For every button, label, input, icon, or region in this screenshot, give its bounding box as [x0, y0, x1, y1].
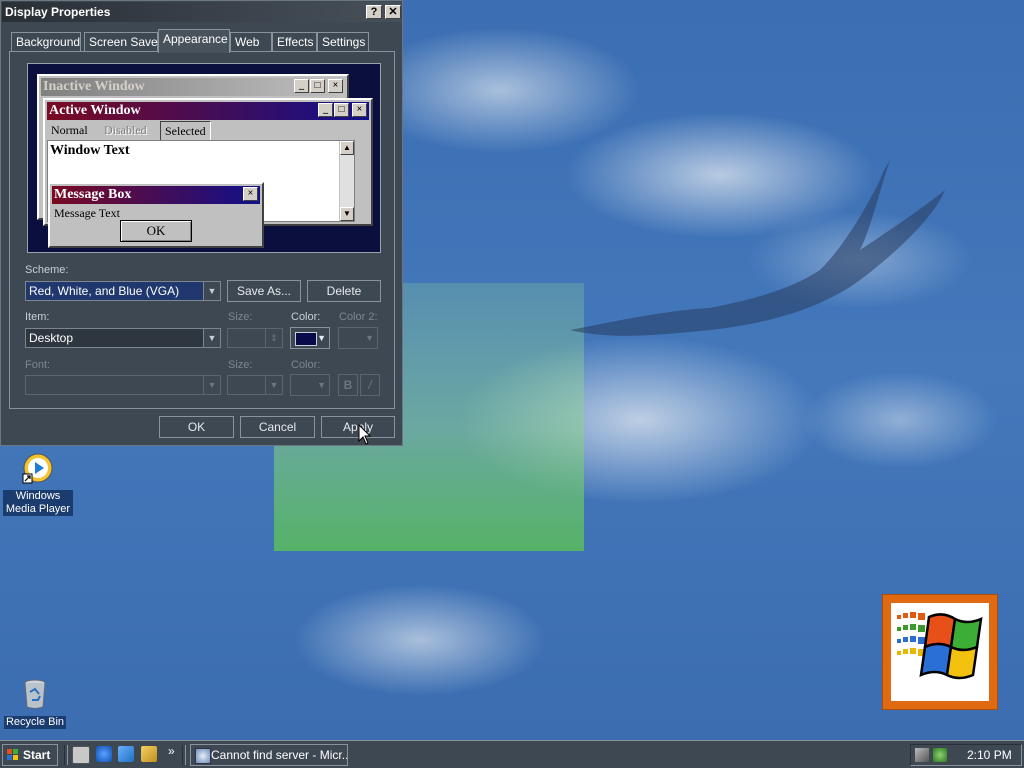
chevron-down-icon[interactable]: ▼ — [203, 282, 220, 300]
font-color-button[interactable]: ▼ — [290, 374, 330, 396]
menu-selected[interactable]: Selected — [160, 121, 211, 141]
bold-button[interactable]: B — [338, 374, 358, 396]
active-window-buttons: _ □ × — [317, 103, 367, 121]
scheme-label: Scheme: — [25, 264, 69, 276]
color-label: Color: — [291, 311, 321, 323]
font-color-label: Color: — [291, 359, 321, 371]
tab-effects[interactable]: Effects — [272, 32, 317, 52]
font-size-label: Size: — [228, 359, 253, 371]
active-window-title: Active Window — [49, 103, 141, 118]
volume-icon[interactable] — [933, 748, 947, 762]
size-label: Size: — [228, 311, 253, 323]
taskbar: Start » Cannot find server - Micr... 2:1… — [0, 740, 1024, 768]
preview-inactive-titlebar: Inactive Window _ □ × — [41, 78, 345, 96]
italic-button[interactable]: / — [360, 374, 380, 396]
system-tray: 2:10 PM — [910, 744, 1022, 766]
tab-settings[interactable]: Settings — [317, 32, 369, 52]
taskbar-divider — [182, 745, 186, 765]
display-properties-dialog: Display Properties ? ✕ Background Screen… — [0, 0, 403, 446]
windows-flag-icon — [7, 749, 18, 760]
menu-normal[interactable]: Normal — [51, 121, 88, 139]
tab-web[interactable]: Web — [230, 32, 272, 52]
chevron-down-icon[interactable]: ▼ — [265, 376, 282, 394]
media-player-icon — [22, 453, 53, 484]
close-button[interactable]: ✕ — [385, 5, 401, 19]
close-icon: × — [328, 79, 343, 93]
quicklaunch-divider — [64, 745, 68, 765]
tab-appearance[interactable]: Appearance — [158, 29, 230, 53]
network-icon[interactable] — [915, 748, 929, 762]
maximize-icon: □ — [334, 103, 349, 117]
scroll-up-icon[interactable]: ▲ — [340, 141, 354, 155]
scheme-value: Red, White, and Blue (VGA) — [29, 284, 180, 298]
windows-flag-icon — [897, 612, 983, 680]
message-box-buttons: × — [242, 187, 258, 205]
message-text: Message Text — [54, 206, 120, 220]
font-select[interactable]: ▼ — [25, 375, 221, 395]
spinner-arrows-icon[interactable]: ⇕ — [265, 329, 282, 347]
tab-background[interactable]: Background — [11, 32, 81, 52]
window-text: Window Text — [50, 143, 130, 158]
quicklaunch-chevron[interactable]: » — [168, 744, 175, 758]
start-button[interactable]: Start — [2, 744, 58, 766]
recycle-bin-label: Recycle Bin — [3, 716, 67, 729]
color2-label: Color 2: — [339, 311, 378, 323]
inactive-window-title: Inactive Window — [43, 79, 145, 94]
chevron-down-icon[interactable]: ▼ — [203, 329, 220, 347]
tab-screen-saver[interactable]: Screen Saver — [84, 32, 162, 52]
dialog-titlebar[interactable]: Display Properties ? ✕ — [2, 2, 401, 22]
minimize-icon: _ — [294, 79, 309, 93]
item-select[interactable]: Desktop ▼ — [25, 328, 221, 348]
menu-disabled[interactable]: Disabled — [104, 121, 147, 139]
inactive-window-buttons: _ □ × — [293, 79, 343, 97]
preview-active-titlebar: Active Window _ □ × — [47, 102, 369, 120]
item-label: Item: — [25, 311, 50, 323]
help-button[interactable]: ? — [366, 5, 382, 19]
maximize-icon: □ — [310, 79, 325, 93]
chevron-down-icon: ▼ — [317, 380, 326, 390]
scheme-select[interactable]: Red, White, and Blue (VGA) ▼ — [25, 281, 221, 301]
close-icon: × — [352, 103, 367, 117]
internet-explorer-icon[interactable] — [96, 746, 112, 762]
item-size-spinner[interactable]: ⇕ — [227, 328, 283, 348]
windows-logo — [882, 594, 998, 710]
scroll-down-icon[interactable]: ▼ — [340, 207, 354, 221]
font-label: Font: — [25, 359, 51, 371]
save-as-button[interactable]: Save As... — [227, 280, 301, 302]
show-desktop-icon[interactable] — [72, 746, 90, 764]
task-button-label: Cannot find server - Micr... — [211, 748, 348, 762]
clock[interactable]: 2:10 PM — [967, 745, 1012, 765]
item-color-button[interactable]: ▼ — [290, 327, 330, 349]
ie-page-icon — [195, 748, 211, 764]
diver-silhouette — [570, 158, 945, 336]
dialog-title: Display Properties — [5, 5, 111, 19]
item-color2-button[interactable]: ▼ — [338, 327, 378, 349]
outlook-express-icon[interactable] — [118, 746, 134, 762]
cancel-button[interactable]: Cancel — [240, 416, 315, 438]
wmp-label: Windows Media Player — [3, 490, 73, 516]
item-value: Desktop — [29, 331, 74, 345]
preview-scrollbar[interactable]: ▲ ▼ — [339, 141, 354, 221]
minimize-icon: _ — [318, 103, 333, 117]
chevron-down-icon[interactable]: ▼ — [203, 376, 220, 394]
message-box-title: Message Box — [54, 187, 132, 202]
delete-button[interactable]: Delete — [307, 280, 381, 302]
message-box-ok-button[interactable]: OK — [120, 220, 192, 242]
appearance-preview[interactable]: Inactive Window _ □ × Active Window _ □ × No… — [27, 63, 381, 253]
start-label: Start — [23, 748, 51, 762]
ok-button[interactable]: OK — [159, 416, 234, 438]
chevron-down-icon: ▼ — [365, 333, 374, 343]
windows-media-player-shortcut[interactable]: Windows Media Player — [3, 452, 73, 516]
recycle-bin-icon — [24, 679, 46, 709]
mouse-cursor-icon — [358, 424, 372, 445]
recycle-bin-shortcut[interactable]: Recycle Bin — [0, 678, 70, 729]
font-size-select[interactable]: ▼ — [227, 375, 283, 395]
preview-message-box[interactable]: Message Box × Message Text OK — [48, 182, 264, 248]
chevron-down-icon: ▼ — [317, 333, 326, 343]
taskbar-window-button[interactable]: Cannot find server - Micr... — [190, 744, 348, 766]
windows-explorer-icon[interactable] — [141, 746, 157, 762]
message-box-titlebar: Message Box × — [52, 186, 260, 204]
color-swatch — [295, 332, 317, 346]
close-icon: × — [243, 187, 258, 201]
